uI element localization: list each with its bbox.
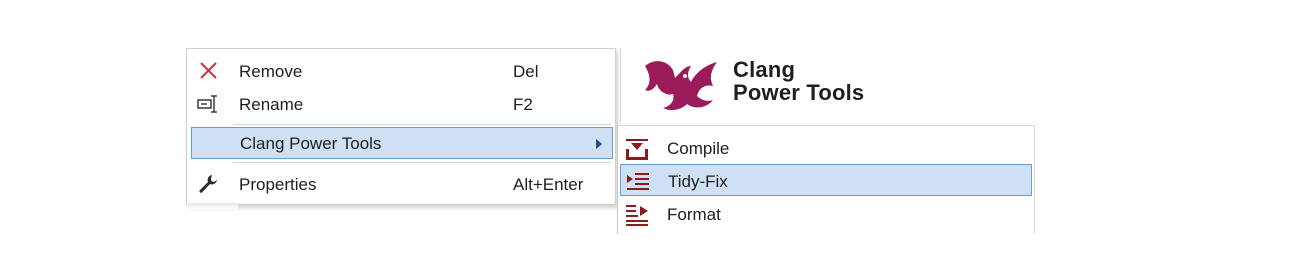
menu-item-label: Remove xyxy=(239,62,303,81)
clang-power-tools-logo: Clang Power Tools xyxy=(620,48,886,122)
menu-item-properties[interactable]: Properties Alt+Enter xyxy=(187,168,613,200)
logo-line2: Power Tools xyxy=(733,80,865,105)
context-menu: Remove Del Rename F2 Clang Power Tools P… xyxy=(186,48,616,205)
submenu-item-label: Format xyxy=(667,205,721,224)
logo-text: Clang Power Tools xyxy=(733,58,864,104)
submenu-item-label: Tidy-Fix xyxy=(668,172,728,191)
menu-item-shortcut: Alt+Enter xyxy=(513,175,584,194)
format-icon xyxy=(624,203,648,226)
menu-separator xyxy=(233,124,611,125)
menu-item-clang-power-tools[interactable]: Clang Power Tools xyxy=(191,127,613,159)
remove-x-icon xyxy=(197,60,221,82)
menu-separator xyxy=(233,162,611,163)
submenu-item-label: Compile xyxy=(667,139,730,158)
submenu-item-format[interactable]: Format xyxy=(618,198,1032,230)
clang-power-tools-submenu: Compile Tidy-Fix Format xyxy=(617,125,1035,234)
compile-icon xyxy=(624,137,648,160)
logo-line1: Clang xyxy=(733,57,796,82)
dragon-logo-icon xyxy=(641,52,727,121)
menu-shadow xyxy=(186,203,238,209)
tidy-fix-icon xyxy=(625,170,649,192)
menu-item-label: Clang Power Tools xyxy=(240,134,382,153)
submenu-item-compile[interactable]: Compile xyxy=(618,132,1032,164)
menu-item-shortcut: Del xyxy=(513,62,539,81)
menu-item-rename[interactable]: Rename F2 xyxy=(187,88,613,120)
submenu-arrow-icon xyxy=(596,139,602,149)
menu-item-label: Properties xyxy=(239,175,317,194)
wrench-icon xyxy=(197,173,221,195)
menu-item-label: Rename xyxy=(239,95,304,114)
menu-item-shortcut: F2 xyxy=(513,95,533,114)
menu-item-remove[interactable]: Remove Del xyxy=(187,55,613,87)
submenu-item-tidy-fix[interactable]: Tidy-Fix xyxy=(620,164,1032,196)
rename-icon xyxy=(197,93,221,115)
